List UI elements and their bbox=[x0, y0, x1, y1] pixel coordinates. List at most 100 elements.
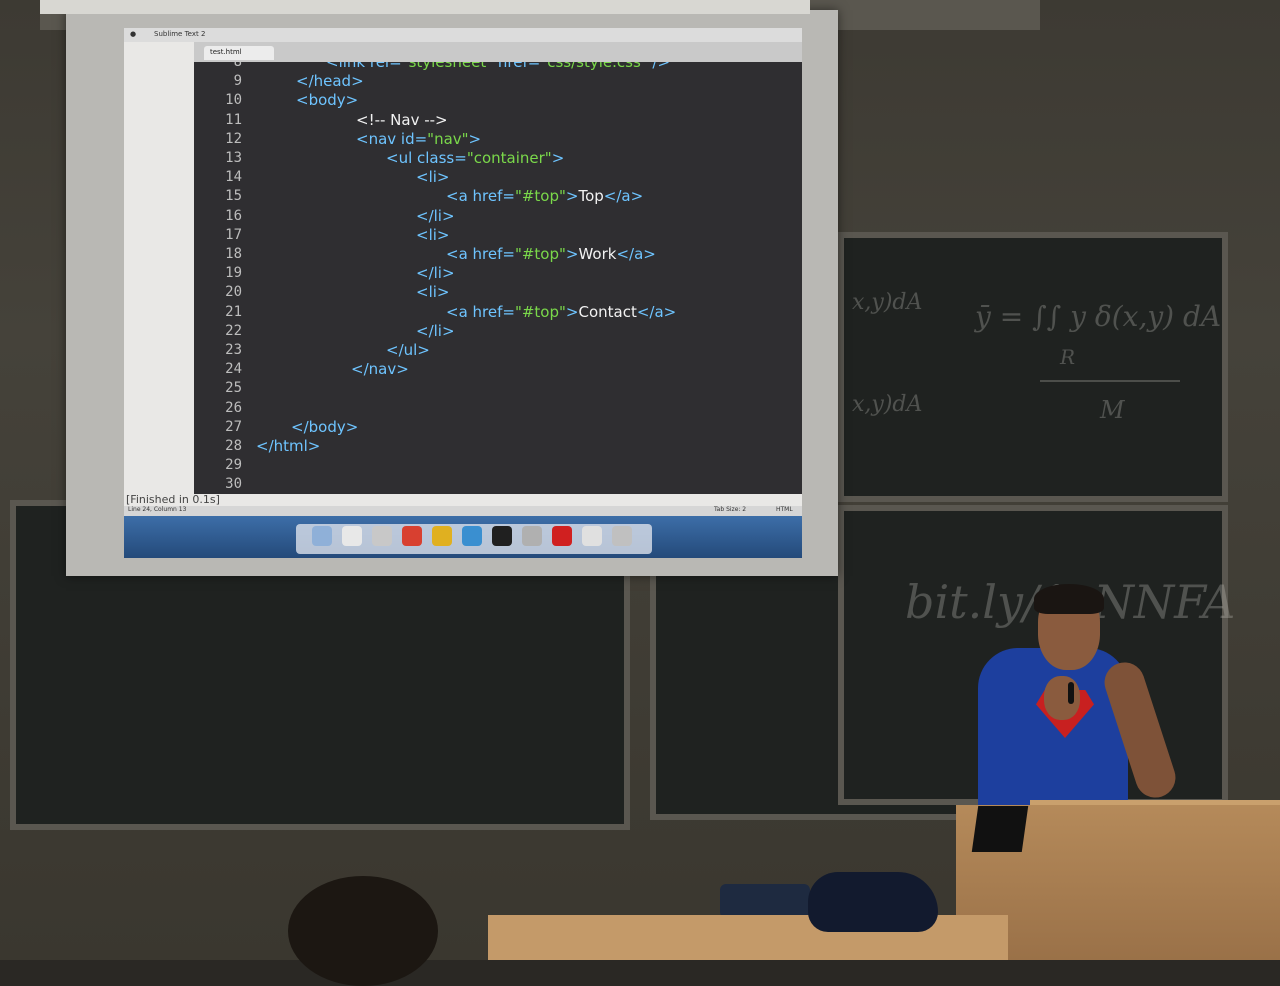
code-token: </ul> bbox=[386, 341, 430, 359]
line-number: 25 bbox=[225, 380, 242, 397]
code-line: </body> bbox=[291, 418, 358, 436]
code-line: </nav> bbox=[351, 360, 409, 378]
code-token: <nav id= bbox=[356, 129, 428, 148]
code-token: > bbox=[551, 149, 565, 167]
line-number: 16 bbox=[225, 207, 242, 224]
code-token: </li> bbox=[416, 206, 455, 225]
code-token: "nav" bbox=[427, 129, 469, 148]
editor-tabbar: test.html bbox=[194, 42, 802, 62]
line-number: 12 bbox=[225, 130, 242, 147]
chalk-region: R bbox=[1060, 345, 1076, 369]
code-token: </li> bbox=[416, 321, 455, 340]
code-token: <body> bbox=[296, 91, 359, 110]
apple-icon[interactable]: ● bbox=[130, 30, 136, 38]
code-token: > bbox=[565, 187, 579, 206]
presenter-hair bbox=[1034, 584, 1104, 614]
photos-icon[interactable] bbox=[372, 526, 392, 546]
code-token: </head> bbox=[296, 72, 364, 91]
code-line: <body> bbox=[296, 91, 358, 109]
code-token: <a href= bbox=[446, 245, 515, 263]
code-token: <a href= bbox=[446, 187, 515, 206]
build-console: [Finished in 0.1s] bbox=[124, 493, 802, 506]
chalkboard-right-upper bbox=[838, 232, 1228, 502]
code-line: <a href="#top">Work</a> bbox=[446, 245, 656, 263]
jacket-on-desk bbox=[808, 872, 938, 932]
code-token: <ul class= bbox=[386, 149, 467, 167]
preview-icon[interactable] bbox=[522, 526, 542, 546]
code-token: > bbox=[565, 302, 579, 321]
notes-icon[interactable] bbox=[342, 526, 362, 546]
line-number: 18 bbox=[225, 246, 242, 262]
line-number: 9 bbox=[233, 73, 242, 90]
code-token: </a> bbox=[616, 245, 656, 263]
line-number: 29 bbox=[225, 457, 242, 474]
line-number: 17 bbox=[225, 226, 242, 243]
code-token: "#top" bbox=[514, 245, 566, 263]
code-editor[interactable]: 8 <link rel="stylesheet" href="css/style.… bbox=[194, 62, 802, 494]
code-line: <li> bbox=[416, 168, 449, 186]
code-line: <li> bbox=[416, 283, 449, 301]
presenter-hand bbox=[1044, 676, 1080, 720]
laptop bbox=[971, 806, 1029, 852]
finder-icon[interactable] bbox=[312, 526, 332, 546]
code-line: <link rel="stylesheet" href="css/style.c… bbox=[326, 62, 670, 71]
chrome-icon[interactable] bbox=[402, 526, 422, 546]
chalk-fragment-1: x,y)dA bbox=[852, 290, 923, 315]
acrobat-icon[interactable] bbox=[552, 526, 572, 546]
code-token: </nav> bbox=[351, 360, 409, 379]
code-token: <li> bbox=[416, 225, 450, 244]
code-line: </li> bbox=[416, 264, 455, 282]
code-line: </ul> bbox=[386, 341, 430, 359]
syntax-label[interactable]: HTML bbox=[776, 506, 793, 513]
code-token: <li> bbox=[416, 283, 450, 302]
terminal-icon[interactable] bbox=[492, 526, 512, 546]
code-token: /> bbox=[647, 62, 671, 71]
code-token: <link rel= bbox=[326, 62, 402, 71]
editor-sidebar bbox=[124, 42, 194, 494]
audience-member-head bbox=[288, 876, 438, 986]
line-number: 28 bbox=[225, 438, 242, 454]
code-token: </body> bbox=[291, 417, 359, 436]
line-number: 21 bbox=[225, 303, 242, 320]
line-number: 20 bbox=[225, 284, 242, 301]
app-menu-label[interactable]: Sublime Text 2 bbox=[154, 30, 205, 38]
line-number: 19 bbox=[225, 265, 242, 282]
line-number: 30 bbox=[225, 476, 242, 493]
code-token: <!-- Nav --> bbox=[356, 110, 448, 129]
trash-icon[interactable] bbox=[612, 526, 632, 546]
projected-desktop: ● Sublime Text 2 test.html 8 <link rel="s… bbox=[124, 28, 802, 558]
chalk-denominator: M bbox=[1100, 396, 1125, 424]
mac-menubar: ● Sublime Text 2 bbox=[124, 28, 802, 42]
code-token: </html> bbox=[256, 437, 321, 455]
line-number: 24 bbox=[225, 361, 242, 378]
code-token: Work bbox=[578, 245, 617, 263]
code-line: <a href="#top">Top</a> bbox=[446, 187, 643, 205]
line-number: 26 bbox=[225, 399, 242, 416]
line-number: 11 bbox=[225, 111, 242, 128]
code-token: Top bbox=[578, 187, 604, 206]
line-number: 10 bbox=[225, 92, 242, 109]
code-token: </a> bbox=[636, 302, 677, 321]
chalk-fragment-2: x,y)dA bbox=[852, 392, 923, 417]
code-token: </a> bbox=[603, 187, 644, 206]
code-token: href= bbox=[493, 62, 541, 71]
code-token: "css/style.css" bbox=[540, 62, 648, 71]
code-line: <!-- Nav --> bbox=[356, 111, 448, 129]
code-token: "#top" bbox=[514, 187, 566, 206]
code-line: </li> bbox=[416, 207, 455, 225]
line-number: 23 bbox=[225, 342, 242, 358]
line-number: 8 bbox=[233, 62, 242, 70]
code-token: "stylesheet" bbox=[401, 62, 494, 71]
code-line: <a href="#top">Contact</a> bbox=[446, 303, 676, 321]
line-number: 13 bbox=[225, 150, 242, 166]
code-line: </html> bbox=[256, 437, 320, 455]
sublime-icon[interactable] bbox=[432, 526, 452, 546]
screen-housing bbox=[40, 0, 810, 14]
code-token: "container" bbox=[466, 149, 552, 167]
tab-label: test.html bbox=[210, 48, 242, 56]
editor-statusbar: Line 24, Column 13 Tab Size: 2 HTML bbox=[124, 506, 802, 516]
tab-test-html[interactable]: test.html bbox=[204, 46, 274, 60]
safari-icon[interactable] bbox=[462, 526, 482, 546]
misc-icon[interactable] bbox=[582, 526, 602, 546]
tab-size[interactable]: Tab Size: 2 bbox=[714, 506, 746, 513]
